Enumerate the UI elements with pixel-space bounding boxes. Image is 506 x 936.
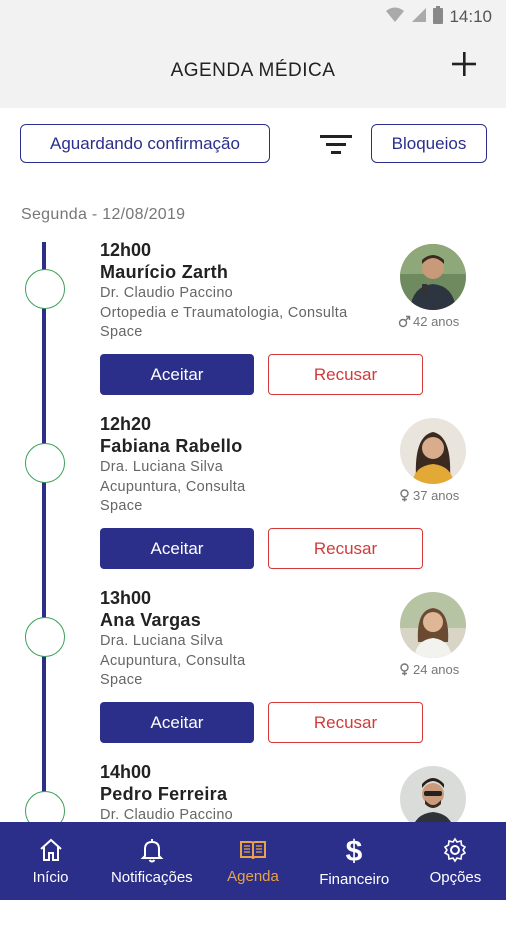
location: Space	[100, 498, 143, 514]
patient-name[interactable]: Maurício Zarth	[100, 262, 228, 283]
nav-item-financeiro[interactable]: $ Financeiro	[304, 822, 405, 900]
status-time: 14:10	[449, 7, 492, 26]
filter-bar: Aguardando confirmação Bloqueios	[20, 124, 488, 164]
reject-button[interactable]: Recusar	[268, 702, 423, 743]
age-text: 24 anos	[413, 662, 460, 677]
avatar[interactable]	[400, 592, 466, 658]
patient-age: 24 anos	[398, 662, 459, 677]
avatar[interactable]	[400, 418, 466, 484]
appointment-card: 13h00 Ana Vargas Dra. Luciana Silva Acup…	[0, 588, 506, 762]
specialty: Ortopedia e Traumatologia, Consulta	[100, 305, 348, 321]
specialty: Acupuntura, Consulta	[100, 653, 246, 669]
timeline-dot	[25, 443, 65, 483]
awaiting-confirmation-button[interactable]: Aguardando confirmação	[20, 124, 270, 163]
page-title: AGENDA MÉDICA	[170, 60, 336, 81]
reject-button[interactable]: Recusar	[268, 354, 423, 395]
nav-item-inicio[interactable]: Início	[0, 822, 101, 900]
svg-text:$: $	[346, 835, 363, 865]
patient-name[interactable]: Fabiana Rabello	[100, 436, 243, 457]
home-icon	[39, 838, 62, 861]
avatar[interactable]	[400, 244, 466, 310]
nav-label: Agenda	[227, 867, 279, 885]
bell-icon	[140, 838, 164, 862]
dollar-icon: $	[346, 835, 363, 865]
appointment-time: 12h20	[100, 414, 152, 434]
age-text: 42 anos	[413, 314, 460, 329]
accept-button[interactable]: Aceitar	[100, 354, 254, 395]
specialty: Acupuntura, Consulta	[100, 479, 246, 495]
age-text: 37 anos	[413, 488, 460, 503]
nav-label: Financeiro	[319, 870, 390, 888]
patient-age: 37 anos	[398, 488, 459, 503]
timeline-dot	[25, 617, 65, 657]
appointment-card: 12h00 Maurício Zarth Dr. Claudio Paccino…	[0, 240, 506, 414]
doctor-name: Dra. Luciana Silva	[100, 459, 224, 475]
appointment-card: 12h20 Fabiana Rabello Dra. Luciana Silva…	[0, 414, 506, 588]
nav-label: Notificações	[110, 868, 193, 886]
female-icon	[400, 663, 409, 676]
nav-item-opcoes[interactable]: Opções	[405, 822, 506, 900]
accept-button[interactable]: Aceitar	[100, 702, 254, 743]
patient-age: 42 anos	[398, 314, 459, 329]
appointment-time: 13h00	[100, 588, 152, 608]
nav-item-notificacoes[interactable]: Notificações	[101, 822, 202, 900]
doctor-name: Dra. Luciana Silva	[100, 633, 224, 649]
date-label: Segunda - 12/08/2019	[21, 206, 186, 223]
location: Space	[100, 672, 143, 688]
patient-name[interactable]: Pedro Ferreira	[100, 784, 227, 805]
wifi-icon	[385, 7, 405, 28]
location: Space	[100, 324, 143, 340]
nav-label: Início	[32, 868, 69, 886]
battery-icon	[433, 5, 444, 29]
doctor-name: Dr. Claudio Paccino	[100, 285, 234, 301]
gear-icon	[444, 837, 467, 862]
doctor-name: Dr. Claudio Paccino	[100, 807, 234, 823]
add-appointment-button[interactable]	[444, 44, 484, 84]
status-bar: 14:10	[0, 0, 506, 34]
male-icon	[398, 315, 411, 328]
book-icon	[240, 840, 266, 859]
app-header: AGENDA MÉDICA	[0, 34, 506, 108]
plus-icon	[452, 52, 476, 76]
patient-name[interactable]: Ana Vargas	[100, 610, 201, 631]
nav-label: Opções	[429, 868, 482, 886]
nav-item-agenda[interactable]: Agenda	[202, 822, 303, 900]
filter-icon[interactable]	[318, 130, 354, 158]
signal-icon	[411, 7, 427, 28]
blocks-button[interactable]: Bloqueios	[371, 124, 487, 163]
timeline-dot	[25, 269, 65, 309]
accept-button[interactable]: Aceitar	[100, 528, 254, 569]
appointment-time: 14h00	[100, 762, 152, 782]
bottom-nav: Início Notificações Agenda $ Financeiro …	[0, 822, 506, 900]
appointment-time: 12h00	[100, 240, 152, 260]
female-icon	[400, 489, 409, 502]
reject-button[interactable]: Recusar	[268, 528, 423, 569]
